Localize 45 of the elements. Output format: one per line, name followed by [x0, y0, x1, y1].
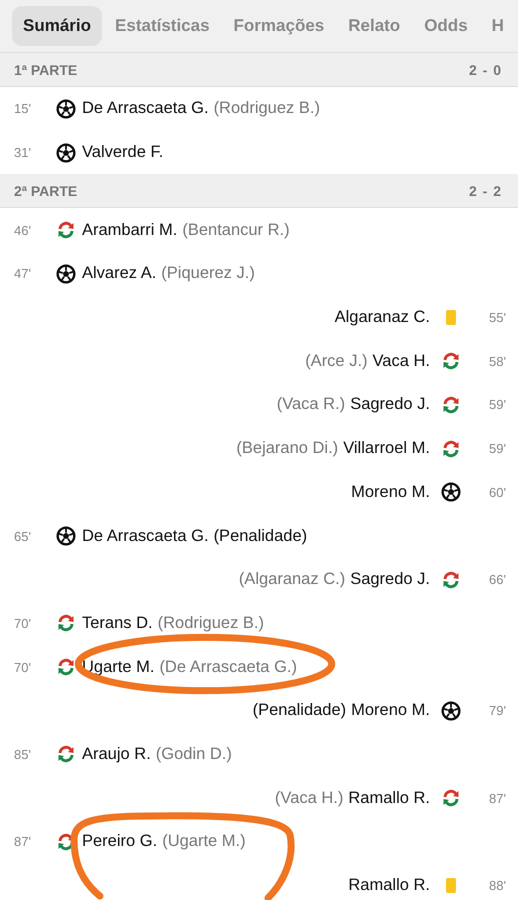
event-text: Terans D. (Rodriguez B.) — [82, 614, 264, 633]
event-text: Moreno M. — [351, 482, 430, 502]
event-text: De Arrascaeta G. (Rodriguez B.) — [82, 99, 320, 118]
event-text: (Bejarano Di.) Villarroel M. — [236, 439, 430, 458]
event-text: Araujo R. (Godin D.) — [82, 744, 232, 764]
minute: 66' — [488, 572, 506, 588]
minute: 87' — [488, 790, 506, 806]
event-text: (Vaca R.) Sagredo J. — [276, 395, 430, 414]
event-text: De Arrascaeta G. (Penalidade) — [82, 526, 308, 546]
minute: 59' — [488, 397, 506, 412]
minute: 59' — [488, 441, 506, 456]
event-text: Arambarri M. (Bentancur R.) — [82, 220, 290, 240]
event-text: (Vaca H.) Ramallo R. — [274, 788, 430, 808]
event-text: (Penalidade) Moreno M. — [252, 701, 430, 720]
minute: 60' — [488, 484, 506, 500]
event-text: Alvarez A. (Piquerez J.) — [82, 264, 255, 284]
event-text: Ramallo R. — [348, 876, 430, 896]
period-score: 2 - 0 — [468, 62, 502, 78]
tab[interactable]: Estatísticas — [104, 6, 221, 46]
event-text: (Arce J.) Vaca H. — [305, 352, 430, 371]
tab[interactable]: Sumário — [12, 6, 102, 46]
minute: 46' — [14, 222, 32, 238]
minute: 85' — [14, 746, 32, 762]
minute: 88' — [488, 878, 506, 894]
period-title: 2ª PARTE — [14, 182, 78, 199]
minute: 79' — [488, 703, 506, 718]
tab[interactable]: Relato — [337, 6, 412, 46]
minute: 31' — [14, 145, 32, 160]
tab[interactable]: Odds — [413, 6, 479, 46]
minute: 58' — [488, 354, 506, 369]
event-text: Valverde F. — [82, 143, 164, 162]
minute: 65' — [14, 528, 32, 544]
event-text: Pereiro G. (Ugarte M.) — [82, 832, 246, 852]
period-score: 2 - 2 — [468, 182, 502, 199]
event-text: (Algaranaz C.) Sagredo J. — [238, 570, 430, 590]
minute: 15' — [14, 101, 32, 116]
minute: 55' — [488, 310, 506, 326]
period-title: 1ª PARTE — [14, 62, 78, 78]
minute: 70' — [14, 616, 32, 631]
minute: 87' — [14, 834, 32, 850]
minute: 47' — [14, 266, 32, 282]
tab[interactable]: Formações — [222, 6, 336, 46]
minute: 70' — [14, 660, 32, 675]
event-text: Algaranaz C. — [334, 308, 430, 328]
tab[interactable]: H — [480, 6, 515, 46]
